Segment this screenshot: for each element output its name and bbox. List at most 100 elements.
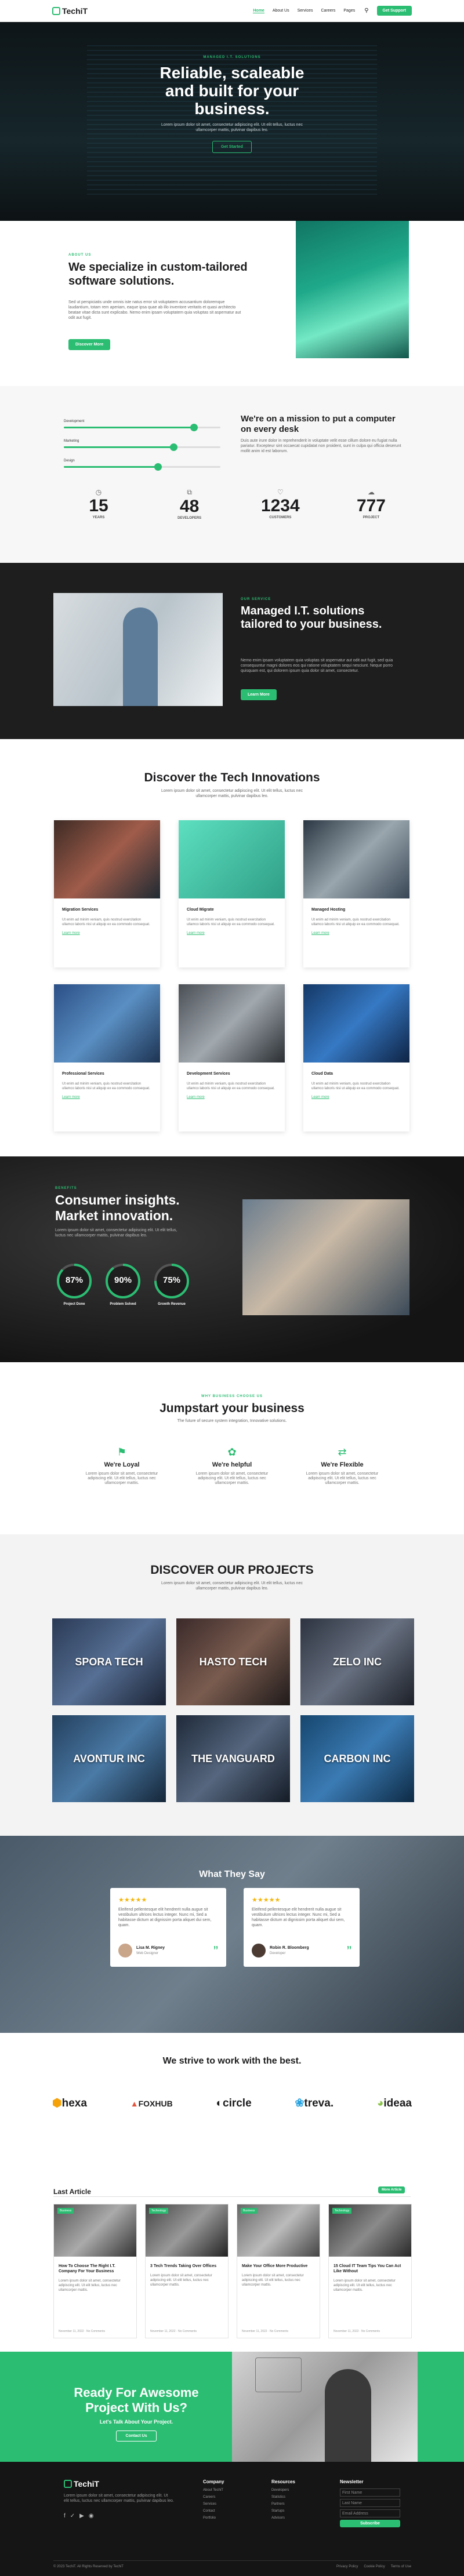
project-name: CARBON INC <box>324 1752 391 1764</box>
blog-post-meta: November 11, 2022 · No Comments <box>334 2330 380 2333</box>
footer-company-link[interactable]: Services <box>203 2502 223 2506</box>
blog-post-title[interactable]: Make Your Office More Productive <box>242 2264 315 2269</box>
contact-us-button[interactable]: Contact Us <box>116 2431 157 2442</box>
mission-text: Duis aute irure dolor in reprehenderit i… <box>241 439 401 453</box>
projects-text: Lorem ipsum dolor sit amet, consectetur … <box>161 1581 303 1591</box>
blog-post-tag[interactable]: Technology <box>332 2208 352 2214</box>
blog-post-card[interactable]: Technology 15 Cloud IT Team Tips You Can … <box>328 2204 412 2338</box>
blog-post-title[interactable]: 15 Cloud IT Team Tips You Can Act Like W… <box>334 2264 407 2274</box>
project-tile[interactable]: CARBON INC <box>300 1715 414 1802</box>
partner-logo-row: ⬢hexa ▲FOXHUB ◐circle ❀treva. ◕ideaa <box>52 2097 412 2110</box>
learn-more-button[interactable]: Learn More <box>241 689 277 700</box>
nav-item-services[interactable]: Services <box>298 9 313 13</box>
facebook-icon[interactable]: f <box>64 2513 66 2519</box>
footer-resource-link[interactable]: Startups <box>271 2509 289 2513</box>
managed-eyebrow: OUR SERVICE <box>241 598 271 601</box>
learn-more-link[interactable]: Learn more <box>62 1096 152 1099</box>
social-icons: f ✓ ▶ ◉ <box>64 2513 94 2519</box>
nav-item-home[interactable]: Home <box>253 9 264 13</box>
cta-subtitle: Let's Talk About Your Project. <box>99 2419 173 2425</box>
blog-post-tag[interactable]: Business <box>241 2208 258 2214</box>
blog-post-card[interactable]: Technology 3 Tech Trends Taking Over Offi… <box>145 2204 229 2338</box>
brand-logo[interactable]: TechiT <box>52 6 88 16</box>
service-card[interactable]: Managed Hosting Ut enim ad minim veniam, … <box>303 820 409 967</box>
nav-item-careers[interactable]: Careers <box>321 9 335 13</box>
learn-more-link[interactable]: Learn more <box>187 932 277 935</box>
first-name-field[interactable]: First Name <box>340 2488 400 2497</box>
discover-more-button[interactable]: Discover More <box>68 339 111 350</box>
footer-company-link[interactable]: Contact <box>203 2509 223 2513</box>
skill-knob <box>154 463 162 471</box>
feature-title: We're Loyal <box>104 1461 140 1468</box>
blog-post-image: Business <box>54 2204 136 2257</box>
hands-icon: ✿ <box>227 1446 237 1458</box>
service-card[interactable]: Cloud Migrate Ut enim ad minim veniam, qu… <box>179 820 285 967</box>
email-field[interactable]: Email Address <box>340 2509 400 2517</box>
learn-more-link[interactable]: Learn more <box>311 932 401 935</box>
project-tile[interactable]: SPORA TECH <box>52 1618 166 1705</box>
blog-post-card[interactable]: Business How To Choose The Right I.T. Com… <box>53 2204 137 2338</box>
footer: TechiT Lorem ipsum dolor sit amet, conse… <box>0 2462 464 2576</box>
service-card[interactable]: Development Services Ut enim ad minim ven… <box>179 984 285 1131</box>
more-article-button[interactable]: More Article <box>378 2186 405 2193</box>
blog-post-tag[interactable]: Business <box>57 2208 74 2214</box>
insights-title-line-1: Consumer insights. <box>55 1192 180 1207</box>
footer-resource-link[interactable]: Developers <box>271 2488 289 2492</box>
about-hand-image <box>296 221 409 358</box>
privacy-link[interactable]: Privacy Policy <box>336 2565 358 2568</box>
project-tile[interactable]: THE VANGUARD <box>176 1715 290 1802</box>
footer-brand[interactable]: TechiT <box>64 2479 99 2488</box>
footer-newsletter-title: Newsletter <box>340 2479 364 2484</box>
mission-section: Development Marketing Design We're on a mi… <box>0 386 464 563</box>
nav-item-pages[interactable]: Pages <box>343 9 355 13</box>
blog-post-tag[interactable]: Technology <box>149 2208 169 2214</box>
search-icon[interactable]: ⚲ <box>364 8 368 14</box>
project-tile[interactable]: AVONTUR INC <box>52 1715 166 1802</box>
blog-post-title[interactable]: How To Choose The Right I.T. Company For… <box>59 2264 132 2274</box>
service-card[interactable]: Professional Services Ut enim ad minim ve… <box>54 984 160 1131</box>
blog-post-card[interactable]: Business Make Your Office More Productive… <box>237 2204 320 2338</box>
footer-company-link[interactable]: Careers <box>203 2495 223 2499</box>
get-started-button[interactable]: Get Started <box>212 141 252 153</box>
get-support-button[interactable]: Get Support <box>376 6 412 16</box>
footer-resource-link[interactable]: Partners <box>271 2502 289 2506</box>
cookie-link[interactable]: Cookie Policy <box>364 2565 385 2568</box>
learn-more-link[interactable]: Learn more <box>62 932 152 935</box>
learn-more-link[interactable]: Learn more <box>187 1096 277 1099</box>
project-tile[interactable]: ZELO INC <box>300 1618 414 1705</box>
service-card-title: Cloud Data <box>311 1072 333 1076</box>
cta-section: Ready For Awesome Project With Us? Let's… <box>0 2352 464 2462</box>
footer-company-link[interactable]: Portfolio <box>203 2516 223 2520</box>
last-name-field[interactable]: Last Name <box>340 2499 400 2507</box>
service-card-text: Ut enim ad minim veniam, quis nostrud ex… <box>62 1082 150 1090</box>
partner-logo-foxhub: ▲FOXHUB <box>130 2099 173 2108</box>
skill-fill <box>64 466 158 468</box>
youtube-icon[interactable]: ▶ <box>79 2513 84 2519</box>
project-tile[interactable]: HASTO TECH <box>176 1618 290 1705</box>
instagram-icon[interactable]: ◉ <box>89 2513 94 2519</box>
about-title: We specialize in custom-tailored softwar… <box>68 261 248 288</box>
subscribe-button[interactable]: Subscribe <box>340 2520 400 2527</box>
logo-icon <box>52 6 60 15</box>
footer-company-link[interactable]: About TechiT <box>203 2488 223 2492</box>
footer-resource-link[interactable]: Advisors <box>271 2516 289 2520</box>
reviewer-name: Lisa M. Rigney <box>136 1946 165 1950</box>
insights-title: Consumer insights. Market innovation. <box>55 1192 180 1224</box>
avatar <box>118 1944 132 1958</box>
service-card[interactable]: Cloud Data Ut enim ad minim veniam, quis … <box>303 984 409 1131</box>
footer-resource-link[interactable]: Statistics <box>271 2495 289 2499</box>
share-icon: ⧉ <box>187 488 192 496</box>
service-card-text: Ut enim ad minim veniam, quis nostrud ex… <box>62 918 150 926</box>
service-card-image <box>303 984 409 1063</box>
cloud-icon: ☁ <box>367 488 375 496</box>
twitter-icon[interactable]: ✓ <box>70 2513 75 2519</box>
blog-post-title[interactable]: 3 Tech Trends Taking Over Offices <box>150 2264 223 2269</box>
nav-item-about[interactable]: About Us <box>273 9 289 13</box>
progress-label: Project Done <box>63 1302 85 1306</box>
feature-text: Lorem ipsum dolor sit amet, consectetur … <box>306 1472 379 1485</box>
jumpstart-eyebrow: WHY BUSINESS CHOOSE US <box>201 1395 263 1398</box>
terms-link[interactable]: Terms of Use <box>391 2565 411 2568</box>
skill-fill <box>64 446 173 448</box>
service-card[interactable]: Migration Services Ut enim ad minim venia… <box>54 820 160 967</box>
learn-more-link[interactable]: Learn more <box>311 1096 401 1099</box>
